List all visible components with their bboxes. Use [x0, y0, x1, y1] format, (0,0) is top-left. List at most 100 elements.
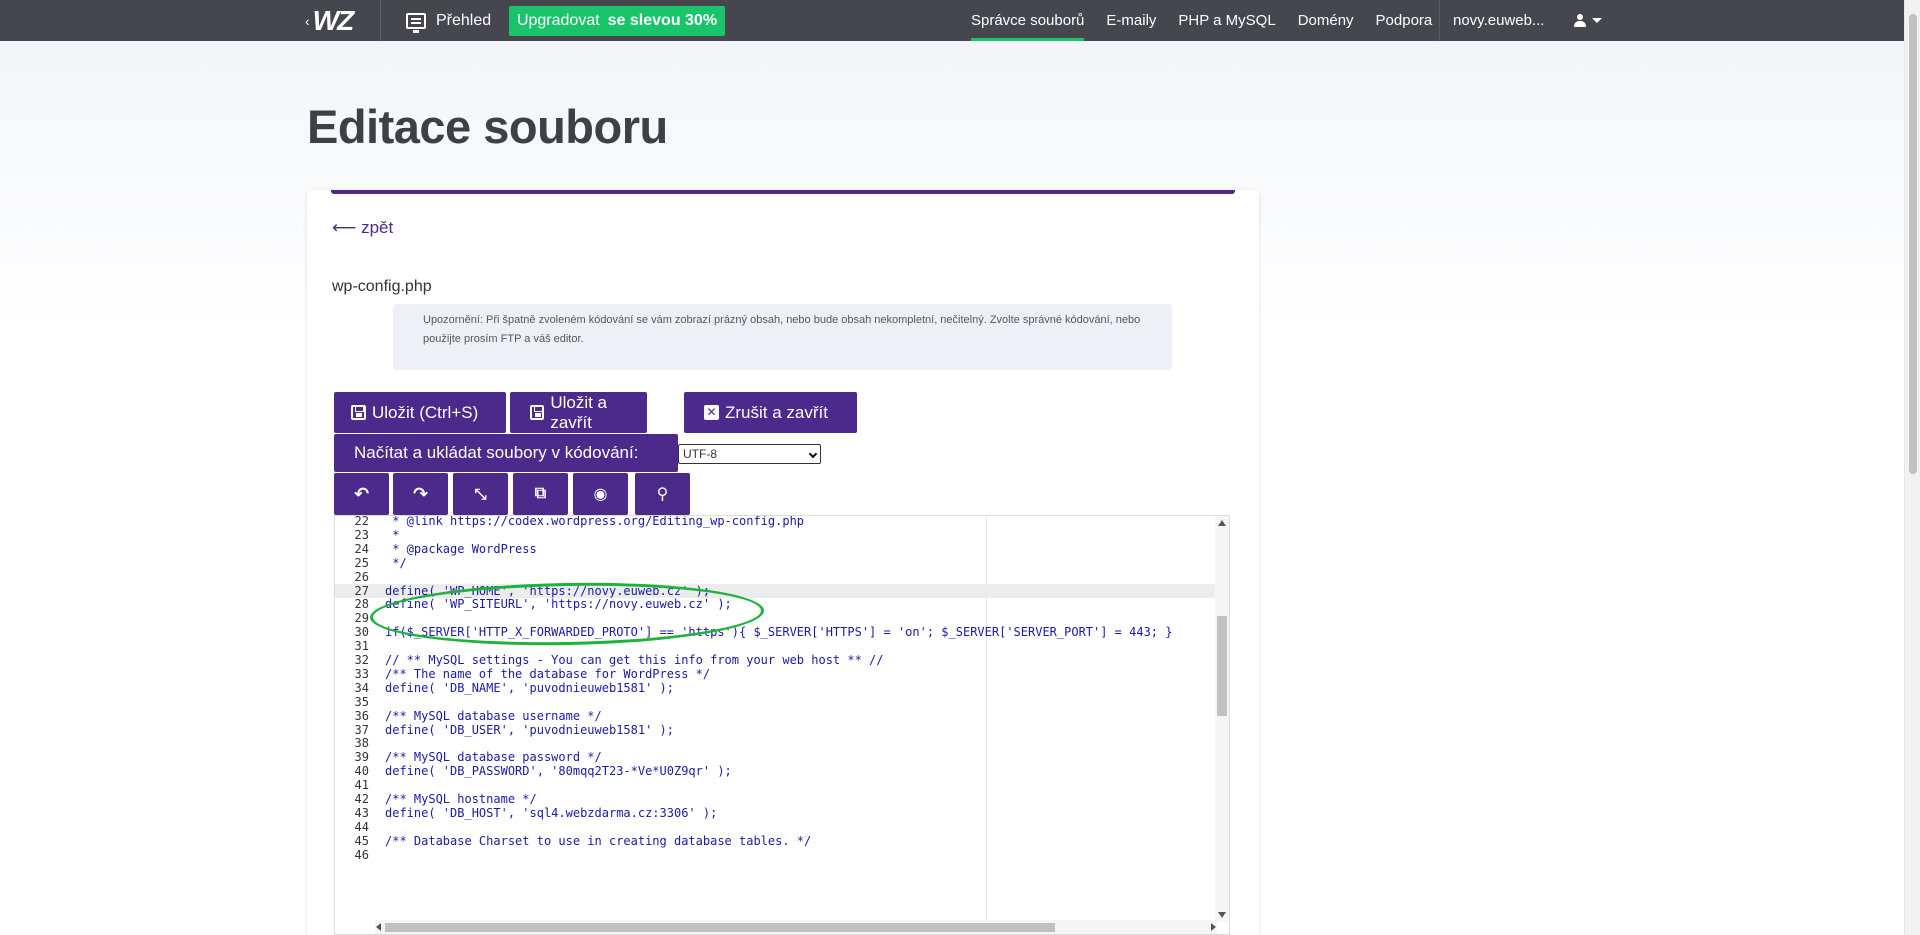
redo-button[interactable]: ↷: [393, 473, 448, 515]
scroll-up-icon[interactable]: [1218, 520, 1226, 526]
search-button[interactable]: ⚲: [635, 473, 690, 515]
code-line[interactable]: 25 */: [335, 556, 1215, 570]
search-icon: ⚲: [656, 486, 669, 503]
nav-emails[interactable]: E-maily: [1106, 0, 1156, 41]
nav-php-mysql[interactable]: PHP a MySQL: [1178, 0, 1275, 41]
editor-vscroll-thumb[interactable]: [1217, 616, 1227, 716]
line-code: define( 'DB_NAME', 'puvodnieuweb1581' );: [385, 680, 674, 695]
code-line[interactable]: 40 define( 'DB_PASSWORD', '80mqq2T23-*Ve*…: [335, 764, 1215, 778]
line-number: 39: [354, 750, 369, 765]
editor-card: ⟵ zpět wp-config.php Upozornění: Při špa…: [307, 190, 1259, 935]
upgrade-discount: se slevou 30%: [607, 12, 718, 29]
redo-icon: ↷: [412, 483, 429, 504]
line-code: /** MySQL database password */: [385, 750, 602, 765]
save-close-label: Uložit a zavřít: [550, 392, 608, 432]
logo-link[interactable]: ‹ WZ: [305, 0, 381, 41]
scroll-down-icon[interactable]: [1218, 912, 1226, 918]
page-scrollbar-thumb[interactable]: [1909, 14, 1917, 474]
line-code: define( 'DB_USER', 'puvodnieuweb1581' );: [385, 722, 674, 737]
line-number: 32: [354, 653, 369, 667]
upgrade-button[interactable]: Upgradovat se slevou 30%: [509, 6, 725, 36]
code-line[interactable]: 43 define( 'DB_HOST', 'sql4.webzdarma.cz:…: [335, 806, 1215, 820]
user-domain: novy.euweb...: [1453, 12, 1545, 29]
line-number: 25: [354, 555, 369, 570]
editor-hscroll-thumb[interactable]: [385, 923, 1055, 932]
overview-link[interactable]: Přehled: [406, 0, 491, 41]
code-editor[interactable]: 22 * @link https://codex.wordpress.org/E…: [334, 515, 1230, 935]
scroll-left-icon[interactable]: [376, 923, 381, 931]
line-number: 42: [354, 792, 369, 806]
top-navbar: ‹ WZ Přehled Upgradovat se slevou 30% Sp…: [0, 0, 1904, 41]
code-line[interactable]: 41: [335, 778, 1215, 792]
code-line[interactable]: 23 *: [335, 528, 1215, 542]
save-button[interactable]: Uložit (Ctrl+S): [334, 392, 506, 433]
user-menu[interactable]: novy.euweb...: [1439, 0, 1603, 41]
page-scrollbar[interactable]: [1904, 0, 1920, 935]
line-number: 44: [354, 819, 369, 834]
card-accent-line: [331, 190, 1235, 194]
code-line[interactable]: 24 * @package WordPress: [335, 542, 1215, 556]
line-code: */: [385, 555, 407, 570]
line-number: 40: [354, 764, 369, 779]
code-line[interactable]: 37 define( 'DB_USER', 'puvodnieuweb1581' …: [335, 723, 1215, 737]
line-code: /** Database Charset to use in creating …: [385, 833, 812, 848]
filename: wp-config.php: [332, 278, 432, 295]
code-line[interactable]: 34 define( 'DB_NAME', 'puvodnieuweb1581' …: [335, 681, 1215, 695]
line-code: define( 'DB_PASSWORD', '80mqq2T23-*Ve*U0…: [385, 764, 732, 779]
line-code: *: [385, 527, 400, 542]
encoding-value: UTF-8: [683, 447, 717, 461]
compress-icon: ⤡: [474, 485, 487, 503]
line-number: 43: [354, 805, 369, 820]
encoding-select[interactable]: UTF-8: [678, 444, 821, 464]
save-close-button[interactable]: Uložit a zavřít: [510, 392, 647, 433]
close-box-icon: ✕: [704, 405, 719, 420]
cancel-close-label: Zrušit a zavřít: [725, 402, 828, 422]
overview-label: Přehled: [436, 11, 492, 29]
cancel-close-button[interactable]: ✕ Zrušit a zavřít: [684, 392, 857, 433]
preview-button[interactable]: ◉: [573, 473, 628, 515]
external-link-icon: ⧉: [534, 485, 547, 502]
code-line[interactable]: 39 /** MySQL database password */: [335, 750, 1215, 764]
nav-file-manager[interactable]: Správce souborů: [971, 0, 1085, 41]
line-number: 26: [354, 569, 369, 584]
line-number: 28: [354, 597, 369, 612]
code-line[interactable]: 32 // ** MySQL settings - You can get thi…: [335, 653, 1215, 667]
line-number: 37: [354, 722, 369, 737]
undo-button[interactable]: ↶: [334, 473, 389, 515]
code-line[interactable]: 46: [335, 848, 1215, 862]
code-line[interactable]: 45 /** Database Charset to use in creatin…: [335, 834, 1215, 848]
page-title: Editace souboru: [307, 100, 668, 153]
nav-domains[interactable]: Domény: [1298, 0, 1354, 41]
code-line[interactable]: 26: [335, 570, 1215, 584]
editor-hscrollbar[interactable]: [375, 920, 1217, 934]
code-line[interactable]: 38: [335, 736, 1215, 750]
scroll-right-icon[interactable]: [1211, 923, 1216, 931]
floppy-icon: [530, 405, 545, 420]
undo-icon: ↶: [353, 483, 370, 504]
editor-vscrollbar[interactable]: [1215, 516, 1229, 922]
caret-down-icon: [1592, 18, 1603, 23]
eye-icon: ◉: [593, 486, 608, 503]
main-nav: Správce souborů E-maily PHP a MySQL Domé…: [971, 0, 1454, 41]
line-number: 35: [354, 694, 369, 709]
encoding-label: Načítat a ukládat soubory v kódování:: [334, 434, 678, 472]
nav-support[interactable]: Podpora: [1376, 0, 1433, 41]
code-line[interactable]: 35: [335, 695, 1215, 709]
code-line[interactable]: 22 * @link https://codex.wordpress.org/E…: [335, 516, 1215, 528]
open-new-window-button[interactable]: ⧉: [513, 473, 568, 515]
line-code: /** MySQL hostname */: [385, 792, 537, 806]
line-number: 34: [354, 680, 369, 695]
code-line[interactable]: 42 /** MySQL hostname */: [335, 792, 1215, 806]
save-label: Uložit (Ctrl+S): [372, 402, 479, 422]
code-line[interactable]: 44: [335, 820, 1215, 834]
compress-button[interactable]: ⤡: [453, 473, 508, 515]
user-icon: [1574, 14, 1587, 27]
line-code: // ** MySQL settings - You can get this …: [385, 653, 884, 667]
code-line[interactable]: 33 /** The name of the database for WordP…: [335, 667, 1215, 681]
back-link[interactable]: ⟵ zpět: [332, 218, 393, 238]
line-number: 41: [354, 778, 369, 793]
chevron-left-icon: ‹: [305, 12, 310, 29]
line-number: 29: [354, 611, 369, 626]
floppy-icon: [351, 405, 366, 420]
code-line[interactable]: 36 /** MySQL database username */: [335, 709, 1215, 723]
